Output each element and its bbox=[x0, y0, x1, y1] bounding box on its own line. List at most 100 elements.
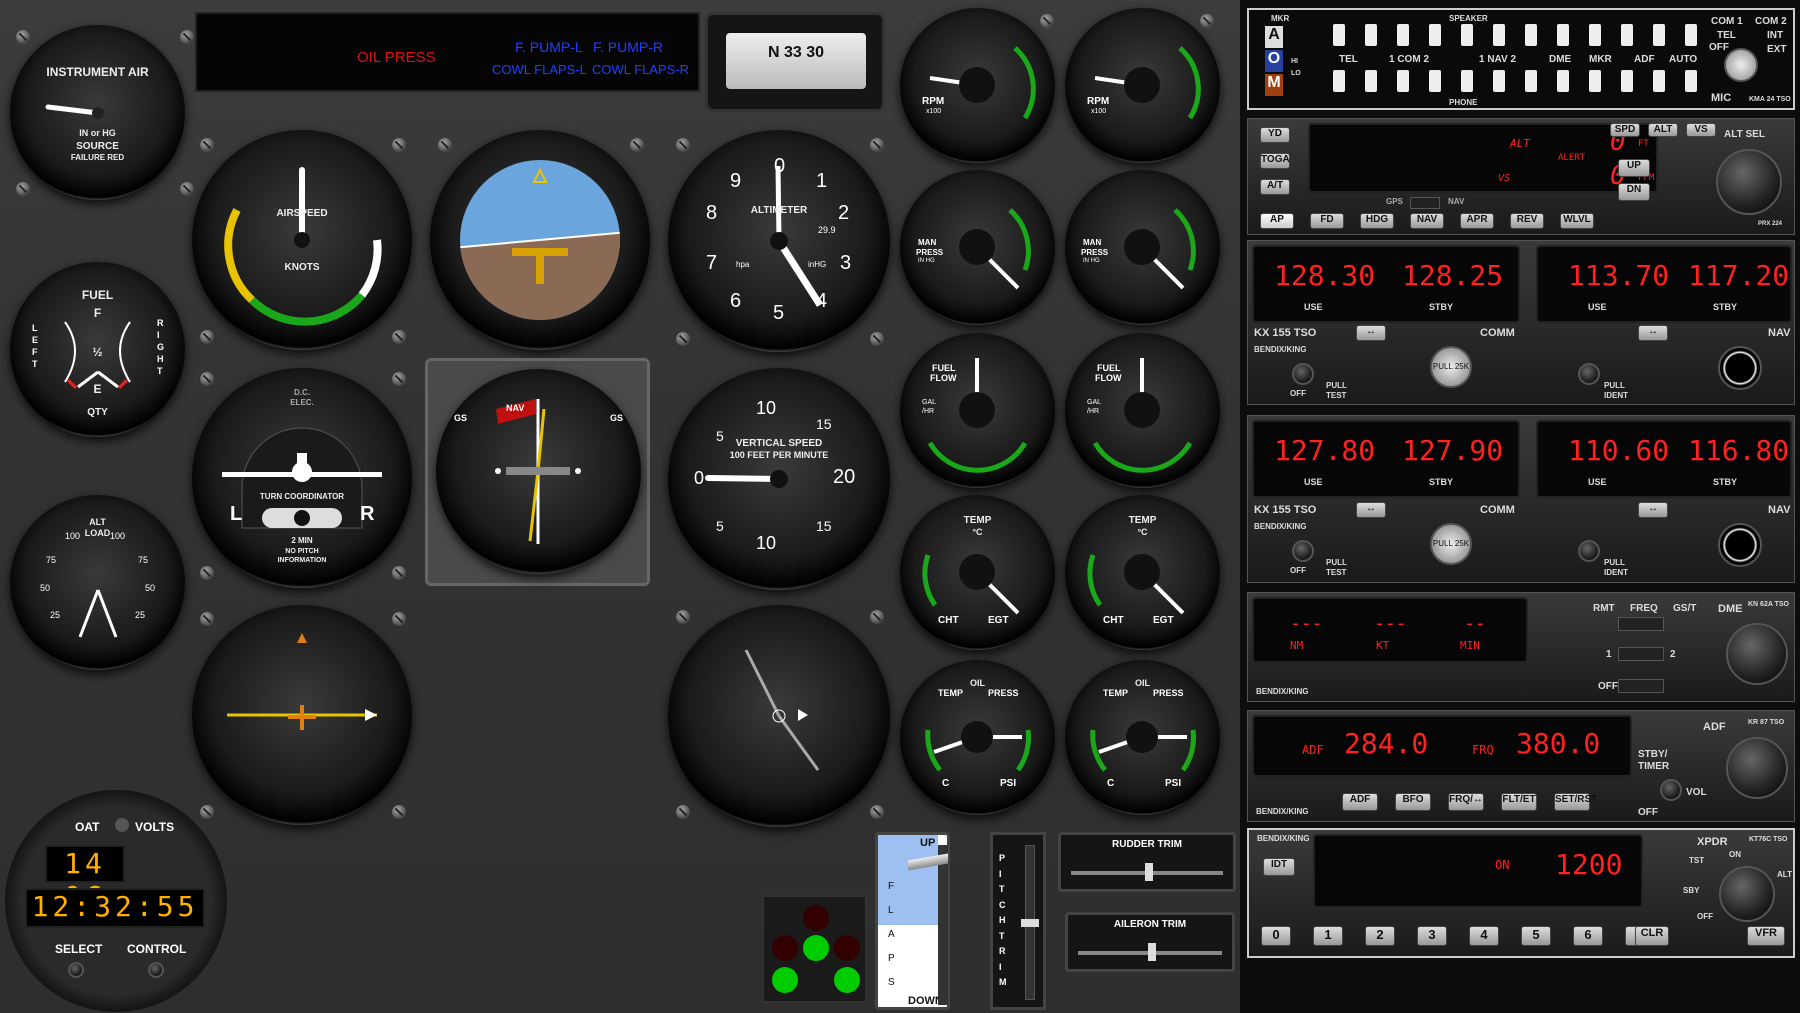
vs-button[interactable]: VS bbox=[1686, 123, 1716, 137]
xpdr-key-1[interactable]: 1 bbox=[1313, 926, 1343, 946]
adf-button-1[interactable]: ADF bbox=[1342, 793, 1378, 811]
at-button[interactable]: A/T bbox=[1260, 179, 1290, 195]
xpdr-key-3[interactable]: 3 bbox=[1417, 926, 1447, 946]
adf-volume-knob[interactable] bbox=[1660, 779, 1682, 801]
phone-switch-2[interactable] bbox=[1365, 70, 1377, 92]
dme-power-switch[interactable] bbox=[1618, 679, 1664, 693]
speaker-switch-7[interactable] bbox=[1525, 24, 1537, 46]
phone-switch-6[interactable] bbox=[1493, 70, 1505, 92]
com1-flip-button[interactable]: ↔ bbox=[1356, 325, 1386, 341]
speaker-switch-11[interactable] bbox=[1653, 24, 1665, 46]
xpdr-key-6[interactable]: 6 bbox=[1573, 926, 1603, 946]
adf-button-4[interactable]: FLT/ET bbox=[1501, 793, 1537, 811]
speaker-switch-2[interactable] bbox=[1365, 24, 1377, 46]
dme-min-value: -- bbox=[1464, 613, 1486, 634]
xpdr-key-2[interactable]: 2 bbox=[1365, 926, 1395, 946]
phone-switch-3[interactable] bbox=[1397, 70, 1409, 92]
ap-wlvl-button[interactable]: WLVL bbox=[1560, 213, 1594, 229]
aileron-trim-knob[interactable] bbox=[1148, 943, 1156, 961]
oil-c-left: C bbox=[942, 778, 950, 789]
nav1-display: 113.70 117.20 USE STBY bbox=[1536, 245, 1792, 323]
alt-button[interactable]: ALT bbox=[1648, 123, 1678, 137]
speaker-switch-1[interactable] bbox=[1333, 24, 1345, 46]
nav1-volume-knob[interactable] bbox=[1578, 363, 1600, 385]
speaker-switch-4[interactable] bbox=[1429, 24, 1441, 46]
cht-label-left: CHT bbox=[938, 615, 959, 626]
speaker-switch-9[interactable] bbox=[1589, 24, 1601, 46]
suction-gauge: INSTRUMENT AIR IN or HG SOURCE FAILURE R… bbox=[10, 25, 185, 200]
phone-switch-1[interactable] bbox=[1333, 70, 1345, 92]
flaps-indicator[interactable]: UP F L A P S DOWN bbox=[875, 832, 950, 1010]
com2-freq-knob[interactable]: PULL 25K bbox=[1430, 523, 1472, 565]
alt-sel-knob[interactable] bbox=[1716, 149, 1782, 215]
mic-selector-knob[interactable] bbox=[1724, 48, 1758, 82]
rudder-trim-knob[interactable] bbox=[1145, 863, 1153, 881]
heading-indicator bbox=[192, 605, 412, 825]
pitch-trim-wheel[interactable] bbox=[1021, 919, 1039, 927]
phone-switch-7[interactable] bbox=[1525, 70, 1537, 92]
speaker-switch-8[interactable] bbox=[1557, 24, 1569, 46]
nav2-flip-button[interactable]: ↔ bbox=[1638, 502, 1668, 518]
toga-button[interactable]: TOGA bbox=[1260, 153, 1290, 169]
com1-freq-knob[interactable]: PULL 25K bbox=[1430, 346, 1472, 388]
ap-rev-button[interactable]: REV bbox=[1510, 213, 1544, 229]
ap-dn-button[interactable]: DN bbox=[1618, 183, 1650, 201]
dme-mode-switch[interactable] bbox=[1618, 617, 1664, 631]
xpdr-code-display: 1200 bbox=[1555, 848, 1623, 881]
spd-button[interactable]: SPD bbox=[1610, 123, 1640, 137]
ap-fd-button[interactable]: FD bbox=[1310, 213, 1344, 229]
com1-volume-knob[interactable] bbox=[1292, 363, 1314, 385]
gps-nav-switch[interactable] bbox=[1410, 197, 1440, 209]
xpdr-mode-knob[interactable] bbox=[1719, 866, 1775, 922]
adf-button-2[interactable]: BFO bbox=[1395, 793, 1431, 811]
adf-freq-knob[interactable] bbox=[1726, 737, 1788, 799]
xpdr-clr-button[interactable]: CLR bbox=[1635, 926, 1669, 946]
xpdr-ident-button[interactable]: IDT bbox=[1263, 858, 1295, 876]
audio-mkr-label: MKR bbox=[1271, 14, 1290, 23]
audio-lo-label: LO bbox=[1291, 70, 1301, 77]
dme-channel-switch[interactable] bbox=[1618, 647, 1664, 661]
speaker-switch-6[interactable] bbox=[1493, 24, 1505, 46]
dme-knob[interactable] bbox=[1726, 623, 1788, 685]
phone-switch-10[interactable] bbox=[1621, 70, 1633, 92]
phone-switch-5[interactable] bbox=[1461, 70, 1473, 92]
nav1-flip-button[interactable]: ↔ bbox=[1638, 325, 1668, 341]
ap-apr-button[interactable]: APR bbox=[1460, 213, 1494, 229]
ff-flow-right: FLOW bbox=[1095, 373, 1122, 383]
yd-button[interactable]: YD bbox=[1260, 127, 1290, 143]
xpdr-key-5[interactable]: 5 bbox=[1521, 926, 1551, 946]
speaker-switch-12[interactable] bbox=[1685, 24, 1697, 46]
adf-button-5[interactable]: SET/RST bbox=[1554, 793, 1597, 811]
phone-switch-4[interactable] bbox=[1429, 70, 1441, 92]
speaker-switch-10[interactable] bbox=[1621, 24, 1633, 46]
com2-volume-knob[interactable] bbox=[1292, 540, 1314, 562]
alt-num-0: 0 bbox=[774, 155, 786, 177]
com2-flip-button[interactable]: ↔ bbox=[1356, 502, 1386, 518]
nav2-freq-knob[interactable] bbox=[1718, 523, 1762, 567]
phone-switch-11[interactable] bbox=[1653, 70, 1665, 92]
nav2-volume-knob[interactable] bbox=[1578, 540, 1600, 562]
select-button[interactable] bbox=[68, 962, 84, 978]
xpdr-key-0[interactable]: 0 bbox=[1261, 926, 1291, 946]
nav1-freq-knob[interactable] bbox=[1718, 346, 1762, 390]
xpdr-vfr-button[interactable]: VFR bbox=[1747, 926, 1785, 946]
hsi-frame: NAV GS GS bbox=[425, 358, 650, 586]
xpdr-key-4[interactable]: 4 bbox=[1469, 926, 1499, 946]
phone-switch-8[interactable] bbox=[1557, 70, 1569, 92]
com2-stby-freq: 127.90 bbox=[1402, 434, 1504, 467]
adf-button-3[interactable]: FRQ/↔ bbox=[1448, 793, 1484, 811]
ap-alert-label: ALERT bbox=[1558, 153, 1586, 163]
phone-switch-12[interactable] bbox=[1685, 70, 1697, 92]
speaker-switch-3[interactable] bbox=[1397, 24, 1409, 46]
oat-volts-toggle[interactable] bbox=[115, 818, 129, 832]
ap-ap-button[interactable]: AP bbox=[1260, 213, 1294, 229]
cht-degc-right: °C bbox=[1137, 527, 1148, 537]
phone-switch-9[interactable] bbox=[1589, 70, 1601, 92]
ap-hdg-button[interactable]: HDG bbox=[1360, 213, 1394, 229]
speaker-switch-5[interactable] bbox=[1461, 24, 1473, 46]
ff-gal-left: GAL bbox=[922, 399, 937, 406]
audio-com-label: 1 COM 2 bbox=[1389, 54, 1430, 65]
ap-nav-button[interactable]: NAV bbox=[1410, 213, 1444, 229]
control-button[interactable] bbox=[148, 962, 164, 978]
ap-up-button[interactable]: UP bbox=[1618, 159, 1650, 177]
